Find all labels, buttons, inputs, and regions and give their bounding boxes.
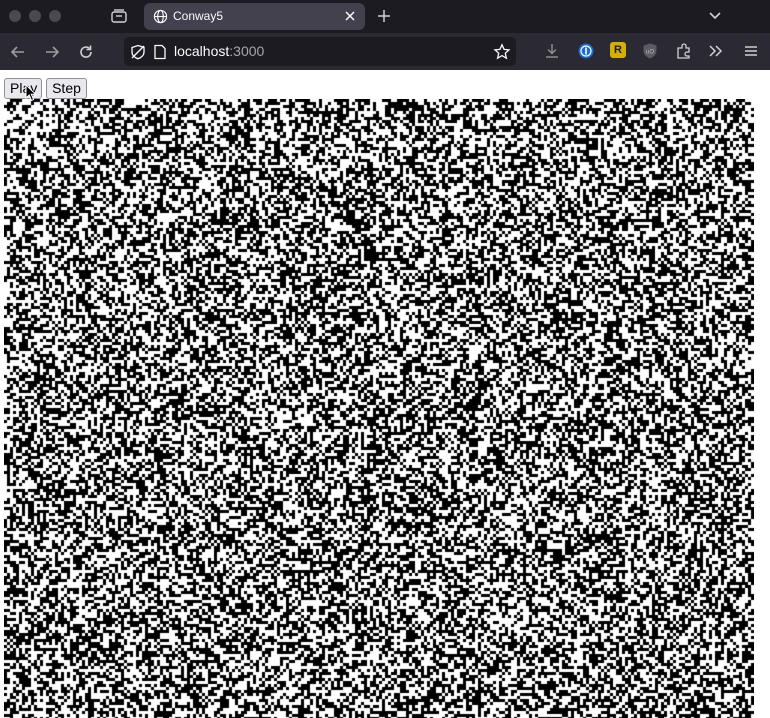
new-tab-icon[interactable] — [376, 8, 392, 24]
nav-toolbar: localhost:3000 R uO — [0, 33, 770, 70]
hamburger-menu-icon[interactable] — [742, 42, 760, 60]
back-icon[interactable] — [9, 43, 27, 61]
tab-strip: Conway5 — [0, 0, 770, 33]
mouse-cursor-icon — [25, 84, 37, 102]
firefox-view-icon[interactable] — [110, 8, 128, 24]
reload-icon[interactable] — [77, 43, 95, 61]
password-manager-icon[interactable] — [577, 42, 595, 60]
close-icon[interactable] — [343, 9, 357, 23]
tab-active[interactable]: Conway5 — [144, 3, 365, 30]
url-bar[interactable]: localhost:3000 — [124, 37, 516, 66]
life-grid-canvas[interactable] — [4, 99, 754, 718]
window-close-dot[interactable] — [9, 10, 21, 22]
overflow-chevrons-icon[interactable] — [707, 42, 725, 60]
step-button[interactable]: Step — [46, 78, 87, 99]
tracking-shield-icon[interactable] — [130, 44, 146, 60]
svg-text:uO: uO — [646, 50, 654, 56]
url-text[interactable]: localhost:3000 — [174, 43, 264, 59]
page-icon[interactable] — [152, 44, 168, 60]
chevron-down-icon[interactable] — [708, 10, 722, 22]
window-minimize-dot[interactable] — [29, 10, 41, 22]
globe-icon — [153, 9, 168, 24]
ublock-shield-icon[interactable]: uO — [641, 42, 659, 60]
extensions-puzzle-icon[interactable] — [675, 42, 693, 60]
url-port: :3000 — [229, 43, 265, 59]
download-icon[interactable] — [543, 42, 561, 60]
extension-r-icon[interactable]: R — [610, 42, 626, 58]
window-zoom-dot[interactable] — [49, 10, 61, 22]
page-content: Play Step — [0, 70, 770, 718]
forward-icon[interactable] — [43, 43, 61, 61]
bookmark-star-icon[interactable] — [493, 43, 511, 61]
url-host: localhost — [174, 43, 230, 59]
tab-title: Conway5 — [173, 9, 224, 23]
